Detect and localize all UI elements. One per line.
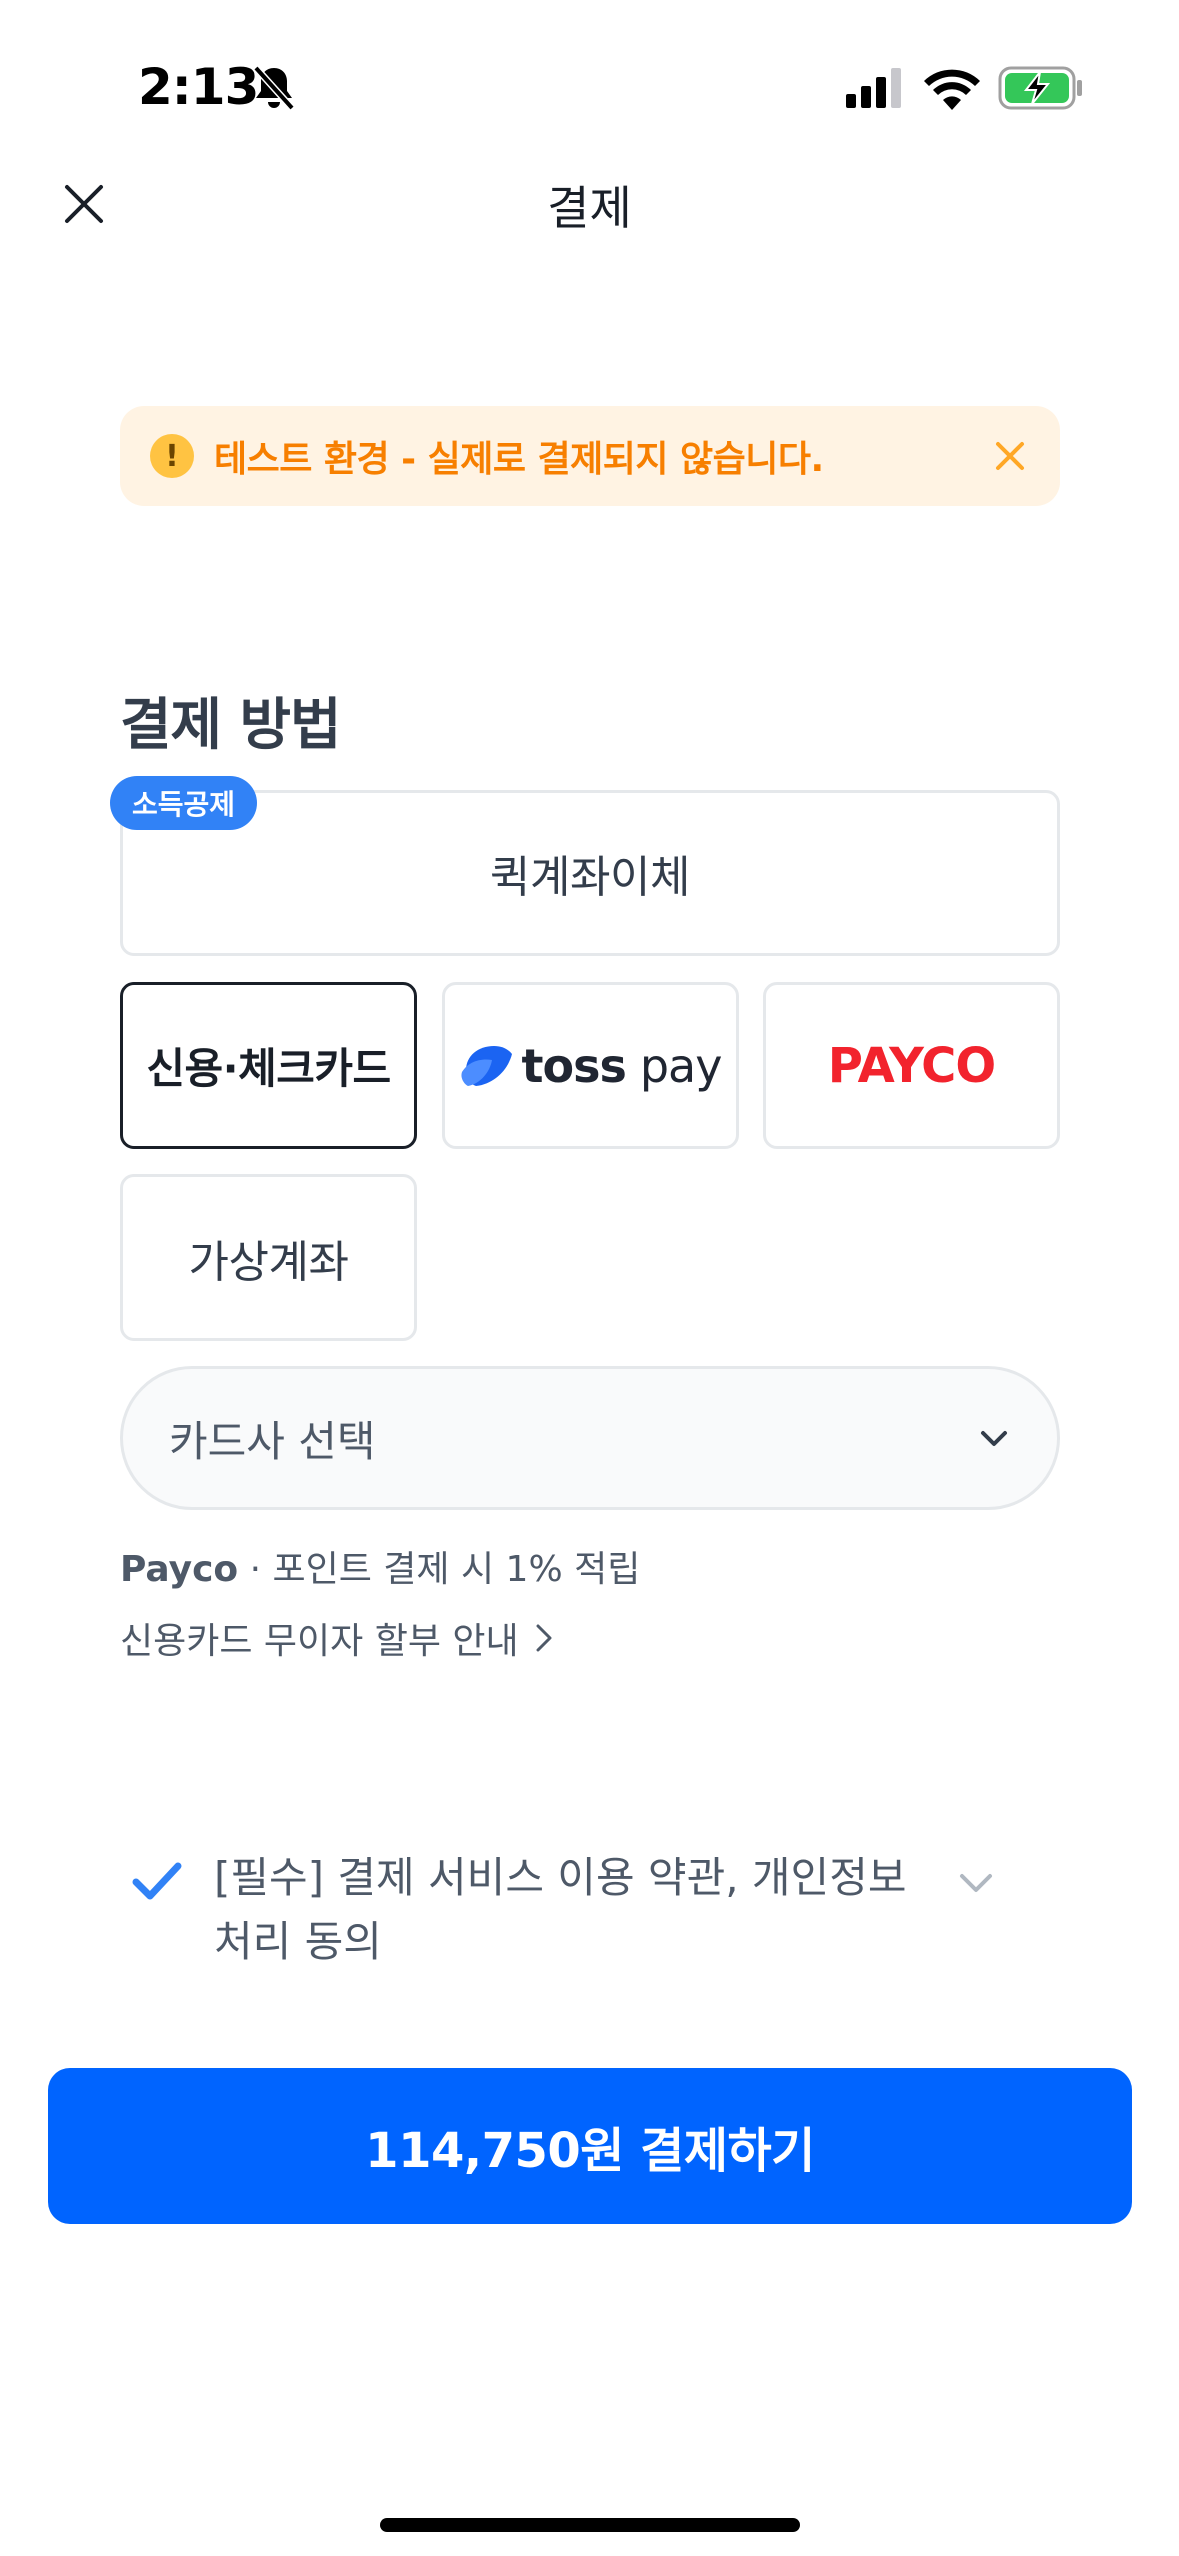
quick-transfer-option[interactable]: 퀵계좌이체 <box>120 790 1060 956</box>
section-title-payment-method: 결제 방법 <box>120 693 342 758</box>
battery-charging-icon <box>998 66 1082 110</box>
payco-logo-text: PAYCO <box>827 1037 996 1094</box>
credit-check-card-option[interactable]: 신용·체크카드 <box>120 982 417 1149</box>
installment-link-label: 신용카드 무이자 할부 안내 <box>120 1621 519 1662</box>
card-company-select[interactable]: 카드사 선택 <box>120 1366 1060 1510</box>
payco-info-brand: Payco <box>120 1549 239 1590</box>
tosspay-option[interactable]: toss pay <box>442 982 739 1149</box>
status-time: 2:13 <box>138 58 259 116</box>
tosspay-light-text: pay <box>639 1038 723 1093</box>
bell-slash-icon <box>253 65 295 111</box>
check-icon[interactable] <box>128 1852 186 1910</box>
payco-point-info: Payco · 포인트 결제 시 1% 적립 <box>120 1540 640 1592</box>
banner-close-icon <box>996 442 1024 470</box>
home-indicator <box>380 2518 800 2532</box>
tosspay-bold-text: toss <box>521 1038 627 1093</box>
banner-text: 테스트 환경 - 실제로 결제되지 않습니다. <box>214 439 824 480</box>
pay-button[interactable]: 114,750원 결제하기 <box>48 2068 1132 2224</box>
virtual-account-label: 가상계좌 <box>188 1236 349 1288</box>
payco-info-text: · 포인트 결제 시 1% 적립 <box>238 1549 641 1590</box>
warning-icon: ! <box>150 434 194 478</box>
wifi-icon <box>924 69 980 110</box>
chevron-right-icon <box>536 1624 552 1652</box>
payco-option[interactable]: PAYCO <box>763 982 1060 1149</box>
card-select-placeholder: 카드사 선택 <box>169 1416 376 1466</box>
card-option-label: 신용·체크카드 <box>146 1044 391 1093</box>
virtual-account-option[interactable]: 가상계좌 <box>120 1174 417 1341</box>
terms-agreement-text[interactable]: [필수] 결제 서비스 이용 약관, 개인정보 처리 동의 <box>214 1846 914 1974</box>
page-title: 결제 <box>547 181 632 235</box>
installment-info-link[interactable]: 신용카드 무이자 할부 안내 <box>120 1612 555 1664</box>
banner-close-button[interactable] <box>980 426 1040 486</box>
tosspay-logo-icon <box>460 1045 512 1086</box>
chevron-down-icon[interactable] <box>952 1858 1000 1906</box>
quick-transfer-label: 퀵계좌이체 <box>490 852 690 903</box>
income-deduction-badge: 소득공제 <box>110 776 258 830</box>
chevron-down-icon <box>981 1431 1007 1446</box>
test-environment-banner: ! 테스트 환경 - 실제로 결제되지 않습니다. <box>120 406 1060 506</box>
signal-icon <box>846 68 901 108</box>
